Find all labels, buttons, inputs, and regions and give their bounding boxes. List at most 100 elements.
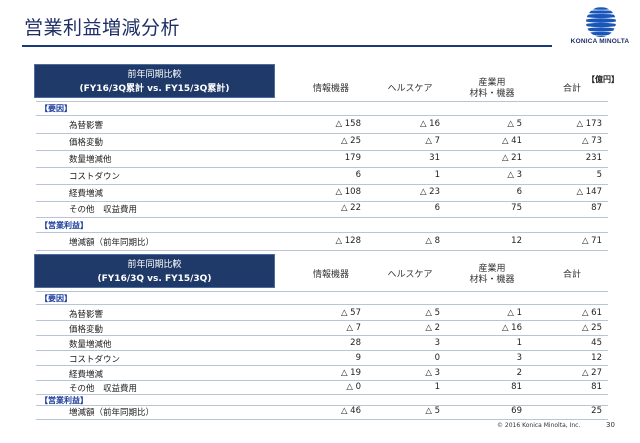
cell-health: △ 3 (425, 368, 440, 378)
row-label: その他 収益費用 (69, 205, 138, 215)
cell-total: △ 173 (576, 119, 602, 129)
cell-health: △ 8 (425, 236, 440, 246)
divider (36, 115, 608, 116)
cell-health: 31 (429, 153, 440, 163)
cell-total: △ 25 (581, 323, 602, 333)
table2-header-box: 前年同期比較 (FY16/3Q vs. FY15/3Q) (34, 254, 275, 288)
col-header-total: 合計 (562, 270, 581, 280)
table-row: 経費増減 △ 108 △ 23 6 △ 147 (0, 187, 640, 201)
cell-industrial: 81 (511, 382, 522, 392)
cell-industrial: 69 (511, 406, 522, 416)
cell-industrial: △ 1 (507, 308, 522, 318)
divider (36, 419, 608, 420)
cell-total: 25 (591, 406, 602, 416)
row-label: 為替影響 (69, 310, 104, 320)
col-header-total: 合計 (562, 84, 581, 94)
cell-health: 6 (434, 203, 440, 213)
cell-info: △ 108 (335, 187, 361, 197)
col-header-info: 情報機器 (312, 270, 349, 280)
cell-health: 1 (434, 170, 440, 180)
cell-info: △ 128 (335, 236, 361, 246)
divider (36, 250, 608, 251)
cell-total: 5 (596, 170, 602, 180)
cell-industrial: 2 (516, 368, 522, 378)
cell-industrial: △ 21 (501, 153, 522, 163)
cell-health: 1 (434, 382, 440, 392)
row-label: 増減額（前年同期比） (69, 408, 155, 418)
cell-total: 45 (591, 338, 602, 348)
cell-industrial: △ 16 (501, 323, 522, 333)
cell-industrial: 1 (516, 338, 522, 348)
cell-total: △ 73 (581, 136, 602, 146)
row-label: コストダウン (69, 355, 121, 365)
row-label: 経費増減 (69, 189, 104, 199)
title-underline (22, 45, 552, 47)
row-label: 数量増減他 (69, 340, 112, 350)
divider (36, 380, 608, 381)
cell-info: △ 0 (346, 382, 361, 392)
section-factors: 【要因】 (40, 294, 72, 303)
cell-industrial: △ 41 (501, 136, 522, 146)
table-row: 価格変動 △ 25 △ 7 △ 41 △ 73 (0, 136, 640, 150)
table-row-total: 増減額（前年同期比） △ 128 △ 8 12 △ 71 (0, 236, 640, 250)
cell-health: △ 5 (425, 406, 440, 416)
col-header-industrial-l2: 材料・機器 (469, 89, 515, 99)
cell-health: △ 7 (425, 136, 440, 146)
table1-header-line2: (FY16/3Q累計 vs. FY15/3Q累計) (79, 84, 230, 94)
divider (36, 291, 608, 292)
cell-health: △ 23 (419, 187, 440, 197)
cell-info: △ 25 (340, 136, 361, 146)
cell-health: 0 (434, 353, 440, 363)
copyright: © 2016 Konica Minolta, Inc. (497, 422, 581, 429)
cell-info: 28 (350, 338, 361, 348)
cell-total: 81 (591, 382, 602, 392)
cell-info: △ 158 (335, 119, 361, 129)
cell-info: △ 19 (340, 368, 361, 378)
table-row: コストダウン 6 1 △ 3 5 (0, 170, 640, 184)
divider (36, 365, 608, 366)
cell-health: 3 (434, 338, 440, 348)
cell-info: △ 46 (340, 406, 361, 416)
cell-total: △ 27 (581, 368, 602, 378)
page-number: 30 (606, 421, 615, 429)
col-header-industrial: 産業用 材料・機器 (457, 264, 527, 286)
divider (36, 335, 608, 336)
col-header-health: ヘルスケア (387, 270, 433, 280)
row-label: その他 収益費用 (69, 384, 138, 394)
row-label: 価格変動 (69, 325, 104, 335)
cell-health: △ 5 (425, 308, 440, 318)
cell-info: 9 (355, 353, 361, 363)
row-label: 為替影響 (69, 121, 104, 131)
divider (36, 217, 608, 218)
table-row: 数量増減他 179 31 △ 21 231 (0, 153, 640, 167)
cell-total: 12 (591, 353, 602, 363)
col-header-health: ヘルスケア (387, 84, 433, 94)
col-header-industrial-l1: 産業用 (478, 78, 506, 88)
divider (36, 133, 608, 134)
cell-info: △ 57 (340, 308, 361, 318)
cell-industrial: 3 (516, 353, 522, 363)
col-header-info: 情報機器 (312, 84, 349, 94)
cell-info: △ 7 (346, 323, 361, 333)
cell-info: △ 22 (340, 203, 361, 213)
cell-total: △ 71 (581, 236, 602, 246)
table2-header-line2: (FY16/3Q vs. FY15/3Q) (97, 274, 212, 284)
cell-health: △ 16 (419, 119, 440, 129)
table2-header-line1: 前年同期比較 (127, 260, 182, 270)
row-label: 価格変動 (69, 138, 104, 148)
table-row: その他 収益費用 △ 22 6 75 87 (0, 203, 640, 217)
cell-industrial: △ 5 (507, 119, 522, 129)
col-header-industrial-l2: 材料・機器 (469, 275, 515, 285)
divider (36, 184, 608, 185)
cell-industrial: 6 (516, 187, 522, 197)
divider (36, 101, 608, 102)
divider (36, 394, 608, 395)
cell-health: △ 2 (425, 323, 440, 333)
divider (36, 350, 608, 351)
cell-industrial: 12 (511, 236, 522, 246)
row-label: 経費増減 (69, 370, 104, 380)
table1-header-box: 前年同期比較 (FY16/3Q累計 vs. FY15/3Q累計) (34, 64, 275, 98)
cell-total: 87 (591, 203, 602, 213)
divider (36, 150, 608, 151)
table-row-total: 増減額（前年同期比） △ 46 △ 5 69 25 (0, 406, 640, 420)
